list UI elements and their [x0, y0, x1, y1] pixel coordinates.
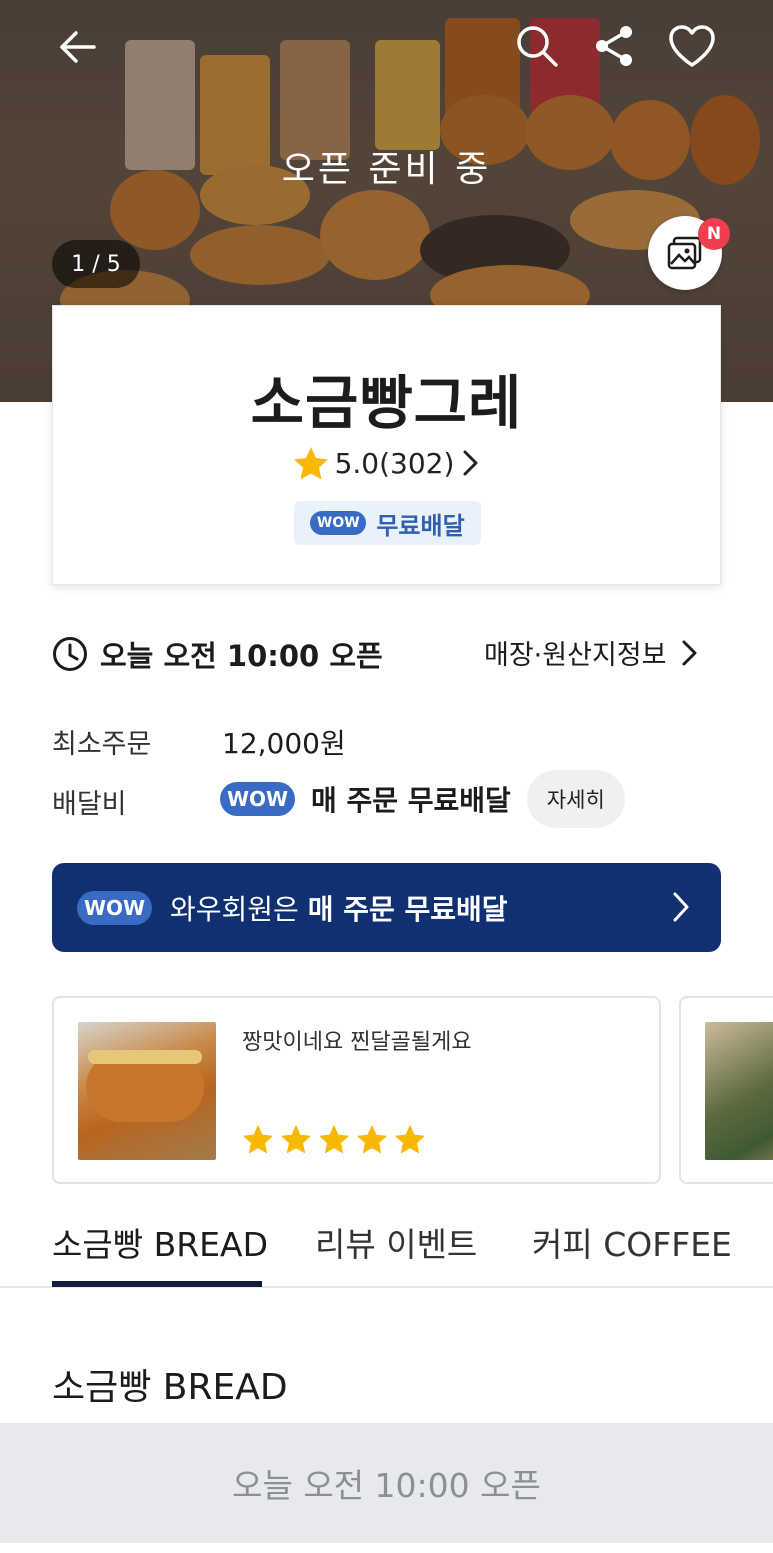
heart-icon: [669, 25, 715, 67]
banner-text: 와우회원은 매 주문 무료배달: [170, 892, 508, 926]
min-order-value: 12,000원: [222, 727, 346, 760]
gallery-icon: [667, 236, 702, 270]
back-button[interactable]: [52, 22, 102, 72]
store-info-label: 매장·원산지정보: [484, 640, 667, 671]
rating-link[interactable]: 5.0(302): [53, 446, 720, 480]
search-icon: [517, 26, 558, 67]
tab-bread[interactable]: 소금빵 BREAD: [52, 1218, 268, 1266]
star-icon: [293, 447, 328, 480]
delivery-fee-detail-button[interactable]: 자세히: [526, 770, 625, 828]
star-icon: [281, 1124, 311, 1154]
active-tab-indicator: [52, 1281, 262, 1287]
search-button[interactable]: [511, 20, 563, 72]
image-page-counter: 1 / 5: [52, 240, 140, 288]
chevron-right-icon: [673, 892, 689, 922]
share-button[interactable]: [588, 20, 640, 72]
free-delivery-label: 무료배달: [376, 511, 465, 540]
store-info-link[interactable]: 매장·원산지정보: [484, 633, 698, 672]
delivery-fee-row: WOW 매 주문 무료배달 자세히: [220, 770, 625, 828]
review-photo: [78, 1022, 216, 1160]
store-name: 소금빵그레: [250, 369, 523, 437]
star-icon: [357, 1124, 387, 1154]
back-arrow-icon: [60, 31, 96, 63]
review-stars: [242, 1124, 426, 1154]
clock-icon: [53, 637, 87, 671]
star-icon: [395, 1124, 425, 1154]
wow-pill: WOW: [77, 890, 152, 925]
chevron-right-icon: [682, 640, 697, 665]
store-header-card: 소금빵그레 5.0(302) WOW 무료배달: [52, 305, 721, 585]
review-photo: [705, 1022, 773, 1160]
open-time-text: 오늘 오전 10:00 오픈: [100, 639, 383, 673]
order-button-disabled[interactable]: 오늘 오전 10:00 오픈: [0, 1423, 773, 1543]
share-icon: [596, 26, 632, 66]
delivery-fee-value: 매 주문 무료배달: [311, 784, 511, 817]
section-title: 소금빵 BREAD: [52, 1367, 288, 1408]
review-text: 짱맛이네요 찐달골될게요: [242, 1030, 472, 1055]
menu-category-tabs: 소금빵 BREAD 리뷰 이벤트 커피 COFFEE: [0, 1200, 773, 1288]
review-card[interactable]: 짱맛이네요 찐달골될게요: [52, 996, 661, 1184]
min-order-label: 최소주문: [52, 729, 152, 760]
free-delivery-badge: WOW 무료배달: [294, 501, 481, 545]
chevron-right-icon: [463, 450, 478, 476]
wow-pill: WOW: [310, 511, 367, 535]
wow-pill: WOW: [220, 782, 295, 816]
wow-membership-banner[interactable]: WOW 와우회원은 매 주문 무료배달: [52, 863, 721, 952]
rating-text: 5.0(302): [334, 446, 455, 480]
tab-review-event[interactable]: 리뷰 이벤트: [315, 1218, 477, 1266]
open-time-row: 오늘 오전 10:00 오픈: [52, 633, 383, 675]
favorite-button[interactable]: [664, 20, 720, 72]
tab-coffee[interactable]: 커피 COFFEE: [532, 1218, 732, 1266]
new-badge: N: [698, 218, 730, 250]
star-icon: [243, 1124, 273, 1154]
star-icon: [319, 1124, 349, 1154]
store-status-title: 오픈 준비 중: [281, 149, 492, 190]
review-card[interactable]: [679, 996, 773, 1184]
delivery-fee-label: 배달비: [52, 789, 127, 820]
